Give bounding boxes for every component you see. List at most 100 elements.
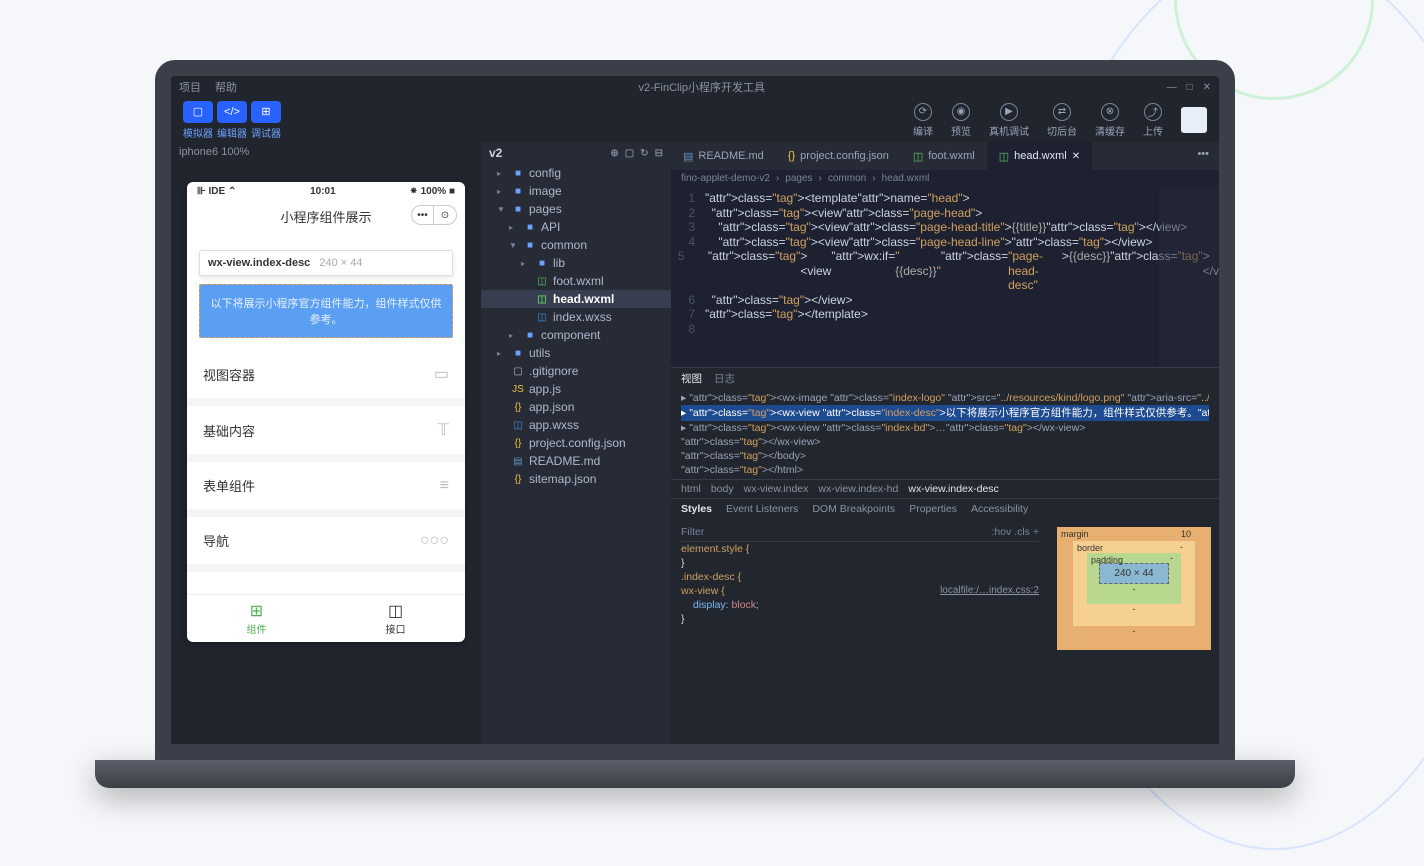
capsule-close-icon[interactable]: ⊙ xyxy=(434,206,456,224)
styles-tab-accessibility[interactable]: Accessibility xyxy=(971,503,1028,515)
tree-item-app.js[interactable]: JSapp.js xyxy=(481,380,671,398)
explorer-action-icon[interactable]: ↻ xyxy=(640,148,648,159)
tree-item-app.json[interactable]: {}app.json xyxy=(481,398,671,416)
list-item[interactable]: 基础内容𝕋 xyxy=(187,406,465,462)
dom-tree[interactable]: ▸ "attr">class="tag"><wx-image "attr">cl… xyxy=(671,389,1219,479)
dom-node[interactable]: ▸ "attr">class="tag"><wx-view "attr">cla… xyxy=(681,421,1209,435)
explorer-action-icon[interactable]: ▢ xyxy=(625,148,634,159)
menu-项目[interactable]: 项目 xyxy=(179,79,201,95)
capsule-menu-icon[interactable]: ••• xyxy=(412,206,434,224)
code-line[interactable]: 8 xyxy=(671,322,1219,337)
action-真机调试[interactable]: ▶真机调试 xyxy=(989,103,1029,138)
dom-crumb-item[interactable]: body xyxy=(711,483,734,495)
action-上传[interactable]: ⤴上传 xyxy=(1143,103,1163,138)
action-清缓存[interactable]: ⊗清缓存 xyxy=(1095,103,1125,138)
styles-tab-properties[interactable]: Properties xyxy=(909,503,957,515)
code-line[interactable]: 6 "attr">class="tag"></view> xyxy=(671,293,1219,308)
tab-project.config.json[interactable]: {}project.config.json xyxy=(776,142,901,170)
tree-item-common[interactable]: ▼■common xyxy=(481,236,671,254)
crumb-item[interactable]: common xyxy=(828,173,866,184)
devtools-tab-日志[interactable]: 日志 xyxy=(714,371,735,386)
styles-pane[interactable]: Filter :hov .cls + element.style {}.inde… xyxy=(671,519,1049,744)
code-line[interactable]: 2 "attr">class="tag"><view "attr">class=… xyxy=(671,206,1219,221)
item-label: 视图容器 xyxy=(203,365,255,384)
tabbar-接口[interactable]: ◫接口 xyxy=(326,595,465,642)
styles-tab-dom-breakpoints[interactable]: DOM Breakpoints xyxy=(812,503,895,515)
tree-item-project.config.json[interactable]: {}project.config.json xyxy=(481,434,671,452)
tree-item-.gitignore[interactable]: ▢.gitignore xyxy=(481,362,671,380)
tab-head.wxml[interactable]: ◫head.wxml✕ xyxy=(987,142,1092,170)
dom-crumb-item[interactable]: wx-view.index xyxy=(744,483,809,495)
phone-simulator[interactable]: ⊪ IDE ⌃ 10:01 ⁕ 100% ■ 小程序组件展示 ••• ⊙ wx-… xyxy=(187,182,465,642)
explorer-action-icon[interactable]: ⊕ xyxy=(610,148,618,159)
bm-margin-label: margin xyxy=(1061,529,1089,539)
css-rule[interactable]: element.style {} xyxy=(681,542,1039,570)
tree-item-lib[interactable]: ▸■lib xyxy=(481,254,671,272)
tab-README.md[interactable]: ▤README.md xyxy=(671,142,776,170)
list-item[interactable]: 视图容器▭ xyxy=(187,350,465,406)
code-line[interactable]: 7"attr">class="tag"></template> xyxy=(671,307,1219,322)
dom-breadcrumb[interactable]: html body wx-view.index wx-view.index-hd wx-… xyxy=(671,479,1219,498)
tree-item-API[interactable]: ▸■API xyxy=(481,218,671,236)
tabbar-组件[interactable]: ⊞组件 xyxy=(187,595,326,642)
file-tree[interactable]: ▸■config▸■image▼■pages▸■API▼■common▸■lib… xyxy=(481,164,671,744)
toolbar: ▢</>⊞ 模拟器编辑器调试器 ⟳编译◉预览▶真机调试⇄切后台⊗清缓存⤴上传 xyxy=(171,98,1219,142)
code-line[interactable]: 1"attr">class="tag"><template "attr">nam… xyxy=(671,191,1219,206)
minimap[interactable] xyxy=(1159,187,1219,367)
list-item[interactable]: 表单组件≡ xyxy=(187,462,465,517)
tree-item-app.wxss[interactable]: ◫app.wxss xyxy=(481,416,671,434)
tree-item-index.wxss[interactable]: ◫index.wxss xyxy=(481,308,671,326)
dom-node[interactable]: "attr">class="tag"></html> xyxy=(681,463,1209,477)
item-label: 基础内容 xyxy=(203,421,255,440)
dom-node[interactable]: "attr">class="tag"></wx-view> xyxy=(681,435,1209,449)
close-icon[interactable]: ✕ xyxy=(1072,151,1080,162)
code-editor[interactable]: 1"attr">class="tag"><template "attr">nam… xyxy=(671,187,1219,367)
dom-node[interactable]: "attr">class="tag"></body> xyxy=(681,449,1209,463)
list-item[interactable]: 导航○○○ xyxy=(187,517,465,572)
menu-帮助[interactable]: 帮助 xyxy=(215,79,237,95)
code-line[interactable]: 5 "attr">class="tag"><view "attr">wx:if=… xyxy=(671,249,1219,293)
dom-crumb-item[interactable]: html xyxy=(681,483,701,495)
window-control[interactable]: — xyxy=(1167,82,1177,93)
filter-input[interactable]: Filter xyxy=(681,525,704,539)
css-rule[interactable]: .index-desc {</span></div><div class="pr… xyxy=(681,570,1039,584)
tree-item-component[interactable]: ▸■component xyxy=(481,326,671,344)
code-line[interactable]: 4 "attr">class="tag"><view "attr">class=… xyxy=(671,235,1219,250)
file-name: app.js xyxy=(529,382,561,396)
highlighted-element[interactable]: 以下将展示小程序官方组件能力，组件样式仅供参考。 xyxy=(199,284,453,338)
tree-item-pages[interactable]: ▼■pages xyxy=(481,200,671,218)
action-编译[interactable]: ⟳编译 xyxy=(913,103,933,138)
tree-item-image[interactable]: ▸■image xyxy=(481,182,671,200)
mode-调试器[interactable]: ⊞ xyxy=(251,101,281,123)
window-control[interactable]: ✕ xyxy=(1203,82,1211,93)
action-切后台[interactable]: ⇄切后台 xyxy=(1047,103,1077,138)
window-control[interactable]: □ xyxy=(1187,82,1193,93)
tree-item-foot.wxml[interactable]: ◫foot.wxml xyxy=(481,272,671,290)
avatar[interactable] xyxy=(1181,107,1207,133)
tree-item-README.md[interactable]: ▤README.md xyxy=(481,452,671,470)
devtools-tab-视图[interactable]: 视图 xyxy=(681,371,702,386)
tab-foot.wxml[interactable]: ◫foot.wxml xyxy=(901,142,987,170)
filter-toggles[interactable]: :hov .cls + xyxy=(991,525,1039,539)
tree-item-head.wxml[interactable]: ◫head.wxml xyxy=(481,290,671,308)
crumb-item[interactable]: head.wxml xyxy=(882,173,930,184)
crumb-item[interactable]: pages xyxy=(785,173,812,184)
dom-node[interactable]: ▸ "attr">class="tag"><wx-view "attr">cla… xyxy=(681,405,1209,421)
tree-item-config[interactable]: ▸■config xyxy=(481,164,671,182)
explorer-action-icon[interactable]: ⊟ xyxy=(655,148,663,159)
dom-node[interactable]: ▸ "attr">class="tag"><wx-image "attr">cl… xyxy=(681,391,1209,405)
action-预览[interactable]: ◉预览 xyxy=(951,103,971,138)
styles-tab-event-listeners[interactable]: Event Listeners xyxy=(726,503,798,515)
mode-编辑器[interactable]: </> xyxy=(217,101,247,123)
file-icon: {} xyxy=(511,438,525,449)
dom-crumb-item[interactable]: wx-view.index-desc xyxy=(908,483,998,495)
styles-tab-styles[interactable]: Styles xyxy=(681,503,712,515)
crumb-item[interactable]: fino-applet-demo-v2 xyxy=(681,173,770,184)
code-line[interactable]: 3 "attr">class="tag"><view "attr">class=… xyxy=(671,220,1219,235)
mode-模拟器[interactable]: ▢ xyxy=(183,101,213,123)
dom-crumb-item[interactable]: wx-view.index-hd xyxy=(818,483,898,495)
css-rule[interactable]: wx-view {localfile:/…index.css:2display:… xyxy=(681,584,1039,626)
tabs-overflow-icon[interactable]: ••• xyxy=(1187,142,1219,170)
tree-item-utils[interactable]: ▸■utils xyxy=(481,344,671,362)
tree-item-sitemap.json[interactable]: {}sitemap.json xyxy=(481,470,671,488)
